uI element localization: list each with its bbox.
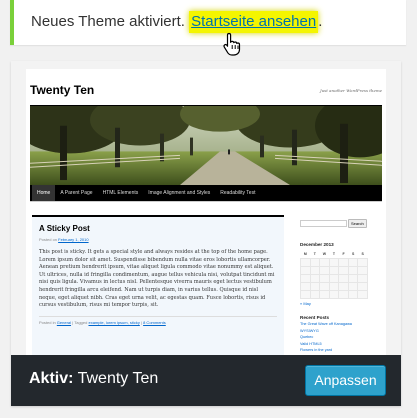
header-image [30,105,382,185]
preview-menu-item: Home [32,185,56,201]
preview-search-input [300,220,347,228]
weekday: S [361,251,364,256]
notice-text: Neues Theme aktiviert. [31,13,190,30]
weekday: T [313,251,316,256]
recent-post: Flowers in the yard [300,348,333,352]
calendar: M T W T F S S [300,250,368,299]
weekday: W [322,251,327,256]
post-title: A Sticky Post [39,224,90,233]
calendar-prev-link: « May [300,300,311,306]
active-theme-name: Twenty Ten [73,370,159,387]
post-category: General [56,319,72,325]
active-theme-label: Aktiv: Twenty Ten [29,370,158,388]
notice-period: . [318,13,323,30]
active-theme-bar: Aktiv: Twenty Ten Anpassen [11,355,401,406]
recent-posts-heading: Recent Posts [300,314,330,320]
theme-screenshot[interactable]: Twenty Ten Just another WordPress theme [11,61,401,355]
post-tags: example, lorem ipsum, sticky [88,319,140,325]
weekday: F [342,251,345,256]
post-meta-prefix: Posted on [39,237,59,242]
post-body: This post is sticky. It gets a special s… [39,249,275,309]
preview-menu-item: Readability Test [220,190,256,196]
customize-button[interactable]: Anpassen [305,365,386,396]
weekday: S [351,251,355,256]
active-prefix: Aktiv: [29,370,74,387]
hand-cursor-icon [223,32,241,56]
preview-sidebar: Search December 2013 M T W T F S S « May… [300,215,380,352]
activation-notice: Neues Theme aktiviert. Startseite ansehe… [10,0,406,45]
recent-post: WYSIWYG [300,328,319,333]
post-tagged: | Tagged [71,319,89,325]
recent-post: Quebec [300,335,314,339]
preview-site-description: Just another WordPress theme [320,88,382,93]
weekday: M [303,251,307,256]
recent-post: The Great Wave off Kanagawa [300,322,352,326]
post-comments: 8 Comments [143,319,166,325]
weekday: T [332,251,336,256]
twentyten-preview: Twenty Ten Just another WordPress theme [26,69,386,355]
calendar-caption: December 2013 [300,242,334,247]
preview-search-button: Search [348,219,367,229]
preview-search: Search [300,215,380,233]
post-footer: Posted in General | Tagged example, lore… [39,315,277,325]
recent-post: Valid HTML5 [300,341,322,346]
preview-site-title: Twenty Ten [30,83,95,97]
notice-message: Neues Theme aktiviert. Startseite ansehe… [31,11,323,33]
preview-sticky-post: A Sticky Post Posted on February 1, 2010… [32,215,284,355]
preview-menu-item: A Parent Page [60,190,93,196]
post-meta: Posted on February 1, 2010 [39,237,277,242]
preview-menu-item: Image Alignment and Styles [148,190,211,196]
preview-menu: Home A Parent Page HTML Elements Image A… [30,185,382,201]
theme-card[interactable]: Twenty Ten Just another WordPress theme [11,61,401,406]
divider [30,201,382,202]
post-footer-prefix: Posted in [39,319,57,325]
preview-menu-item: HTML Elements [102,190,139,196]
view-site-link[interactable]: Startseite ansehen [189,11,319,33]
post-date: February 1, 2010 [58,237,89,242]
